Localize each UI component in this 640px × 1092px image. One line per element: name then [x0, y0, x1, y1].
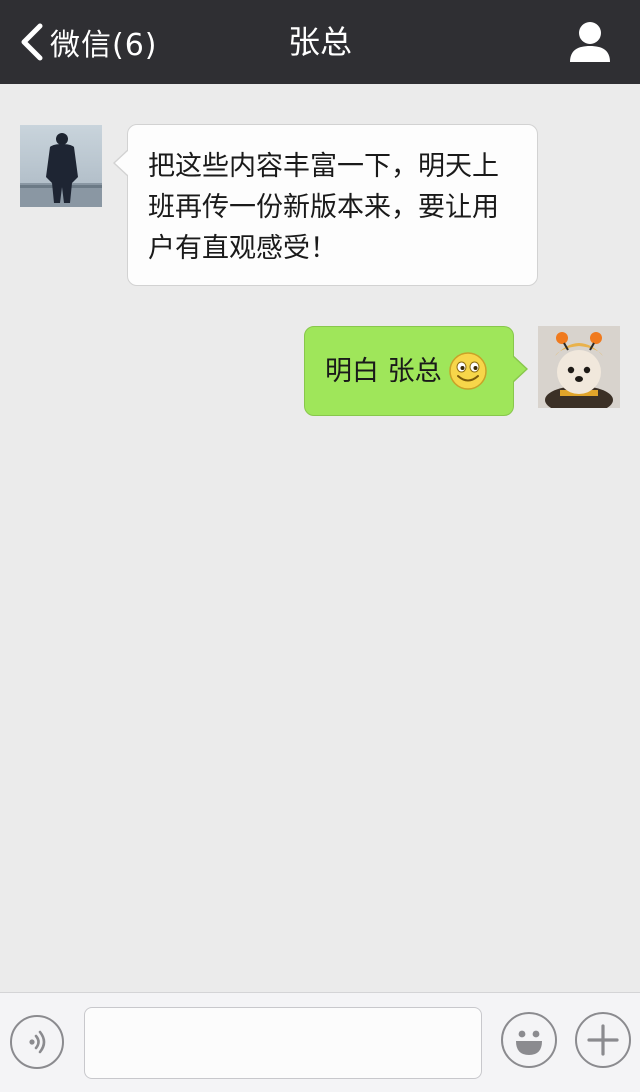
back-button[interactable]: 微信(6)	[0, 0, 168, 84]
voice-icon	[29, 1030, 46, 1054]
incoming-message-text: 把这些内容丰富一下，明天上班再传一份新版本来，要让用户有直观感受！	[148, 151, 499, 264]
input-bar	[0, 992, 640, 1092]
voice-button[interactable]	[10, 1015, 64, 1069]
plus-icon	[587, 1024, 619, 1056]
navigation-bar: 微信(6) 张总	[0, 0, 640, 84]
incoming-message-bubble[interactable]: 把这些内容丰富一下，明天上班再传一份新版本来，要让用户有直观感受！	[113, 124, 538, 286]
message-input[interactable]	[84, 1007, 482, 1079]
emoji-button[interactable]	[501, 1012, 557, 1068]
more-button[interactable]	[575, 1012, 631, 1068]
chat-area[interactable]: 把这些内容丰富一下，明天上班再传一份新版本来，要让用户有直观感受！ 明白 张总	[0, 84, 640, 992]
chat-title: 张总	[287, 23, 352, 61]
person-icon[interactable]	[568, 20, 612, 64]
sender-avatar[interactable]	[20, 125, 102, 207]
outgoing-message-text: 明白 张总	[325, 355, 442, 387]
my-avatar[interactable]	[538, 326, 620, 408]
outgoing-message-bubble[interactable]: 明白 张总	[304, 326, 528, 416]
chevron-left-icon	[21, 23, 43, 61]
smile-emoji-icon	[448, 352, 487, 390]
back-label: 微信(6)	[50, 28, 158, 63]
emoji-icon	[516, 1030, 542, 1055]
